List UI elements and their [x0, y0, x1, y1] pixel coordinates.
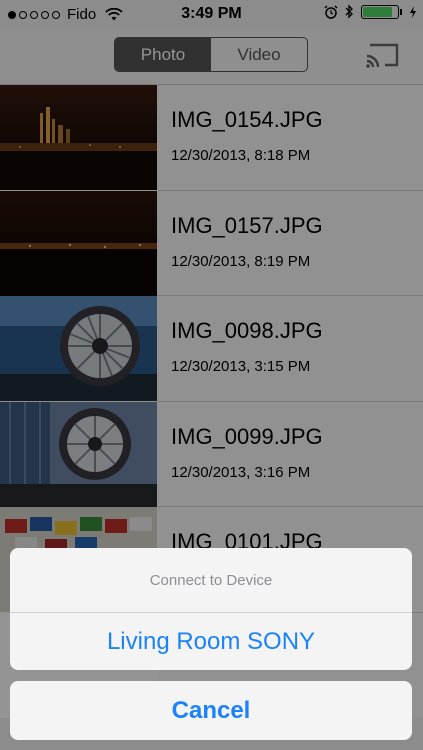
action-sheet: Connect to Device Living Room SONY	[10, 548, 412, 670]
action-sheet-title: Connect to Device	[10, 548, 412, 613]
cancel-button[interactable]: Cancel	[10, 681, 412, 740]
device-option-button[interactable]: Living Room SONY	[10, 613, 412, 670]
